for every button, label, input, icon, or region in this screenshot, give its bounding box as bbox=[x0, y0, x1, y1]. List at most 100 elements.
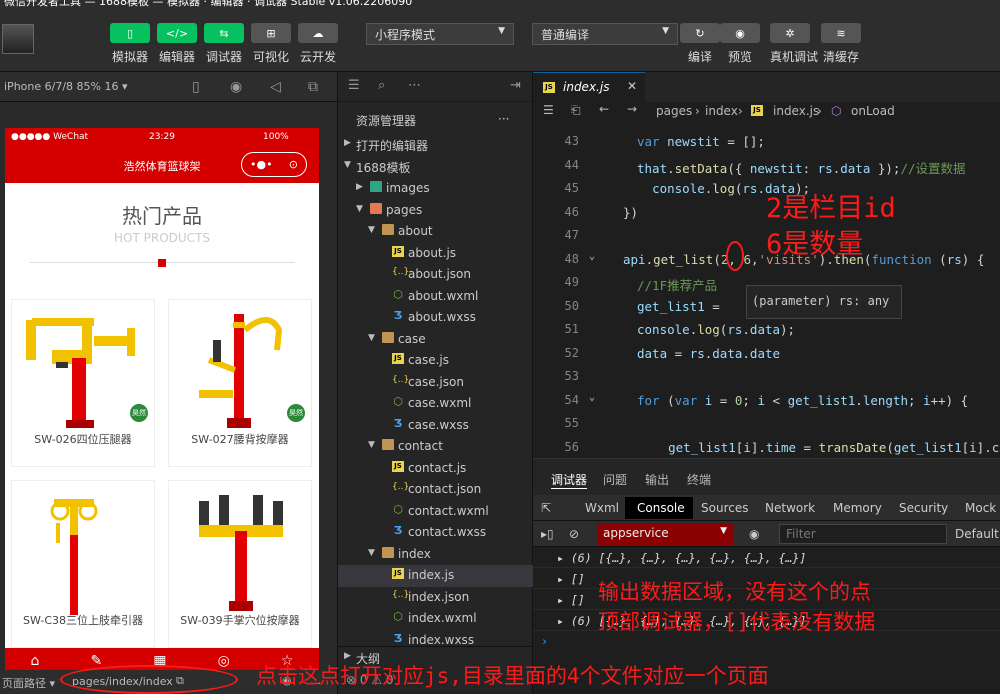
folder-icon bbox=[370, 202, 382, 214]
code-line[interactable]: var newstit = []; bbox=[637, 134, 765, 149]
avatar[interactable] bbox=[2, 24, 34, 54]
tab-mock[interactable]: Mock bbox=[965, 501, 996, 515]
window-icon[interactable]: ⧉ bbox=[308, 79, 318, 95]
tree-file[interactable]: {..} case.json bbox=[338, 372, 534, 394]
code-line[interactable]: data = rs.data.date bbox=[637, 346, 780, 361]
code-line[interactable]: console.log(rs.data); bbox=[637, 322, 795, 337]
tree-file[interactable]: {..} about.json bbox=[338, 264, 534, 286]
product-card[interactable]: SW-039手掌穴位按摩器 bbox=[168, 480, 312, 648]
inspect-icon[interactable]: ⇱ bbox=[541, 501, 551, 515]
tree-folder[interactable]: ▼ index bbox=[338, 544, 534, 566]
tree-folder[interactable]: ▼ case bbox=[338, 329, 534, 351]
tree-file[interactable]: JS case.js bbox=[338, 350, 534, 372]
back-icon[interactable]: ◁ bbox=[270, 79, 281, 95]
fold-icon[interactable]: ⌄ bbox=[589, 251, 595, 262]
project-root[interactable]: ▼ 1688模板 bbox=[338, 156, 534, 178]
tree-file[interactable]: JS index.js bbox=[338, 565, 534, 587]
record-icon[interactable]: ◉ bbox=[230, 79, 242, 95]
tree-folder[interactable]: ▼ contact bbox=[338, 436, 534, 458]
tree-file[interactable]: ⬡ case.wxml bbox=[338, 393, 534, 415]
annotation-text: 输出数据区域，没有这个的点 bbox=[598, 580, 871, 604]
filter-input[interactable]: Filter bbox=[779, 524, 947, 544]
split-icon[interactable]: ☰ bbox=[543, 103, 554, 117]
split-icon[interactable]: ⇥ bbox=[510, 78, 521, 93]
tab-security[interactable]: Security bbox=[899, 501, 948, 515]
tree-file[interactable]: JS about.js bbox=[338, 243, 534, 265]
code-line[interactable]: }) bbox=[623, 205, 638, 220]
tab-sources[interactable]: Sources bbox=[701, 501, 748, 515]
code-line[interactable]: get_list1 = bbox=[637, 299, 720, 314]
real-debug-button[interactable]: ✲ 真机调试 bbox=[770, 23, 818, 65]
tree-file[interactable]: Ʒcase.wxss bbox=[338, 415, 534, 437]
page-path-label[interactable]: 页面路径 ▾ bbox=[2, 675, 55, 691]
compile-button[interactable]: ↻ 编译 bbox=[680, 23, 720, 65]
fold-icon[interactable]: ⌄ bbox=[589, 392, 595, 403]
tree-file[interactable]: Ʒcontact.wxss bbox=[338, 522, 534, 544]
tab-memory[interactable]: Memory bbox=[833, 501, 882, 515]
close-circle-icon[interactable]: ⊙ bbox=[289, 158, 298, 171]
tree-file[interactable]: ⬡ about.wxml bbox=[338, 286, 534, 308]
code-line[interactable]: for (var i = 0; i < get_list1.length; i+… bbox=[637, 393, 968, 408]
home-icon[interactable]: ⌂ bbox=[31, 653, 40, 669]
tree-file[interactable]: ⬡ contact.wxml bbox=[338, 501, 534, 523]
more-icon[interactable]: ··· bbox=[498, 112, 509, 126]
tab-console[interactable]: Console bbox=[637, 501, 685, 515]
chevron-right-icon[interactable]: ▶ bbox=[356, 182, 363, 192]
visual-button[interactable]: ⊞ 可视化 bbox=[251, 23, 291, 65]
debugger-button[interactable]: ⇆ 调试器 bbox=[204, 23, 244, 65]
clear-cache-button[interactable]: ≋ 清缓存 bbox=[821, 23, 861, 65]
capsule-menu[interactable]: •●• ⊙ bbox=[241, 152, 307, 177]
tab-wxml[interactable]: Wxml bbox=[585, 501, 619, 515]
tab-index-js[interactable]: JS index.js ✕ bbox=[533, 72, 645, 102]
product-card[interactable]: 昊然 SW-026四位压腿器 bbox=[11, 299, 155, 467]
code-line[interactable]: get_list1[i].time = transDate(get_list1[… bbox=[653, 440, 1000, 455]
preview-button[interactable]: ◉ 预览 bbox=[720, 23, 760, 65]
chevron-down-icon[interactable]: ▼ bbox=[356, 204, 363, 214]
more-icon[interactable]: •●• bbox=[250, 158, 273, 171]
search-icon[interactable]: ⌕ bbox=[378, 78, 385, 93]
chevron-down-icon[interactable]: ▼ bbox=[368, 333, 375, 343]
tree-folder[interactable]: ▼ pages bbox=[338, 200, 534, 222]
code-line[interactable]: //1F推荐产品 bbox=[637, 275, 717, 294]
eye-icon[interactable]: ◉ bbox=[749, 527, 759, 541]
phone-icon[interactable]: ▯ bbox=[192, 79, 200, 95]
context-select[interactable]: appservice ▼ bbox=[597, 523, 733, 545]
tree-folder[interactable]: ▼ about bbox=[338, 221, 534, 243]
device-select[interactable]: iPhone 6/7/8 85% 16 ▾ bbox=[4, 80, 128, 93]
tree-folder[interactable]: ▶ images bbox=[338, 178, 534, 200]
product-card[interactable]: 昊然 SW-027腰背按摩器 bbox=[168, 299, 312, 467]
tree-file[interactable]: ⬡ index.wxml bbox=[338, 608, 534, 630]
more-icon[interactable]: ⋯ bbox=[408, 78, 421, 93]
tree-file[interactable]: JS contact.js bbox=[338, 458, 534, 480]
cloud-button[interactable]: ☁ 云开发 bbox=[298, 23, 338, 65]
tree-file[interactable]: {..} index.json bbox=[338, 587, 534, 609]
tree-file[interactable]: Ʒabout.wxss bbox=[338, 307, 534, 329]
forward-icon[interactable]: → bbox=[627, 102, 637, 116]
files-icon[interactable]: ☰ bbox=[348, 78, 360, 93]
compile-mode-select[interactable]: 普通编译 ▼ bbox=[532, 23, 678, 45]
tab-issues[interactable]: 问题 bbox=[603, 471, 627, 488]
open-editors[interactable]: ▶ 打开的编辑器 bbox=[338, 134, 534, 156]
bookmark-icon[interactable]: ⎗ bbox=[571, 103, 581, 118]
simulator-button[interactable]: ▯ 模拟器 bbox=[110, 23, 150, 65]
console-log[interactable]: ▸ (6) [{…}, {…}, {…}, {…}, {…}, {…}] bbox=[533, 547, 1000, 568]
product-card[interactable]: SW-C38三位上肢牵引器 bbox=[11, 480, 155, 648]
back-icon[interactable]: ← bbox=[599, 102, 609, 116]
chevron-down-icon[interactable]: ▼ bbox=[368, 440, 375, 450]
mode-select[interactable]: 小程序模式 ▼ bbox=[366, 23, 514, 45]
chevron-down-icon[interactable]: ▼ bbox=[368, 225, 375, 235]
levels-select[interactable]: Default l bbox=[955, 527, 1000, 541]
chevron-down-icon[interactable]: ▼ bbox=[368, 548, 375, 558]
sidebar-icon[interactable]: ▸▯ bbox=[541, 527, 554, 541]
editor-button[interactable]: </> 编辑器 bbox=[157, 23, 197, 65]
tab-terminal[interactable]: 终端 bbox=[687, 471, 711, 488]
tab-output[interactable]: 输出 bbox=[645, 471, 669, 488]
tree-file[interactable]: Ʒindex.wxss bbox=[338, 630, 534, 652]
tab-network[interactable]: Network bbox=[765, 501, 815, 515]
user-icon[interactable]: ◎ bbox=[218, 653, 230, 669]
close-icon[interactable]: ✕ bbox=[627, 79, 637, 93]
tree-file[interactable]: {..} contact.json bbox=[338, 479, 534, 501]
code-line[interactable]: that.setData({ newstit: rs.data });//设置数… bbox=[637, 158, 966, 177]
clear-icon[interactable]: ⊘ bbox=[569, 527, 579, 541]
tab-debugger[interactable]: 调试器 bbox=[551, 471, 588, 489]
